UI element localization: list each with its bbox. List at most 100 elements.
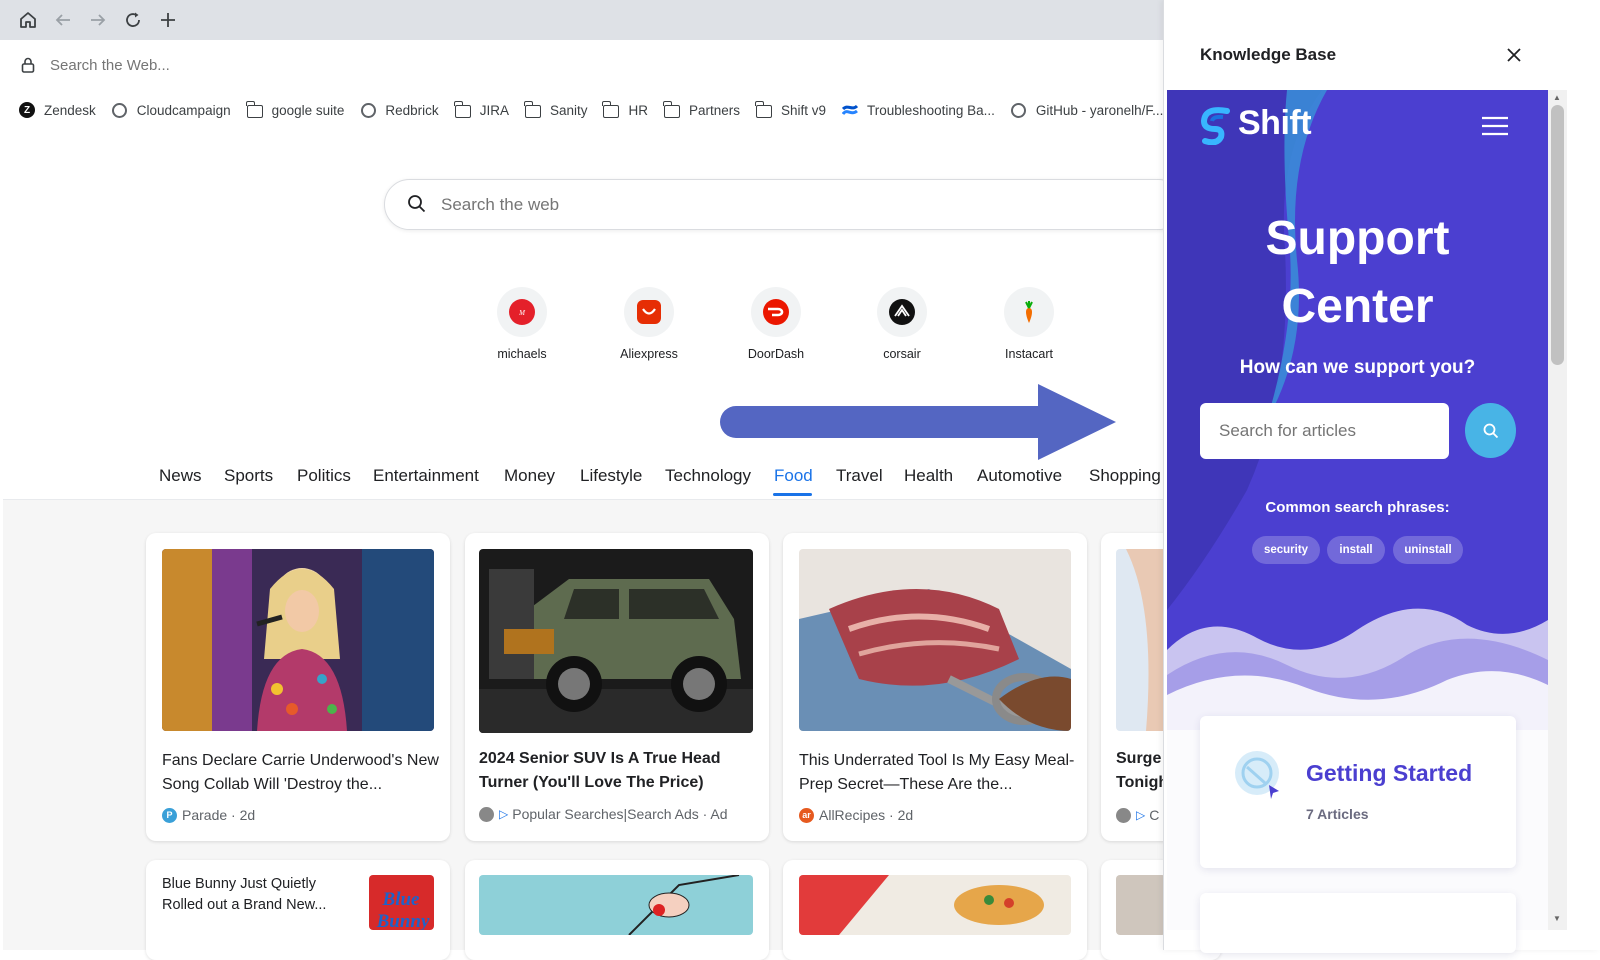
shortcut-label: michaels — [497, 347, 547, 361]
card-image — [162, 549, 434, 731]
shortcut-label: Instacart — [1005, 347, 1053, 361]
bookmark-hr[interactable]: HR — [602, 100, 648, 119]
bookmark-redbrick[interactable]: Redbrick — [359, 101, 439, 119]
back-icon[interactable] — [53, 10, 73, 30]
card-title[interactable]: Blue Bunny Just Quietly Rolled out a Bra… — [162, 874, 357, 916]
card-image — [479, 875, 753, 935]
folder-icon — [755, 100, 773, 119]
scroll-down-icon[interactable]: ▼ — [1553, 914, 1561, 923]
aliexpress-logo-icon — [624, 287, 674, 337]
shortcut-corsair[interactable]: corsair — [857, 287, 947, 361]
scrollbar-thumb[interactable] — [1551, 105, 1564, 365]
nav-travel[interactable]: Travel — [836, 466, 883, 486]
brand-name: Shift — [1238, 104, 1312, 142]
card-title[interactable]: 2024 Senior SUV Is A True Head Turner (Y… — [479, 747, 759, 795]
shortcut-michaels[interactable]: M michaels — [477, 287, 567, 361]
nav-entertainment[interactable]: Entertainment — [373, 466, 479, 486]
folder-icon — [453, 100, 472, 119]
shortcut-label: corsair — [883, 347, 921, 361]
svg-text:Blue: Blue — [382, 889, 421, 910]
card-title[interactable]: Fans Declare Carrie Underwood's New Song… — [162, 749, 442, 797]
bookmark-label: GitHub - yaronelh/F... — [1035, 102, 1164, 118]
article-search-button[interactable] — [1465, 403, 1516, 458]
bookmark-label: Cloudcampaign — [136, 102, 231, 118]
michaels-logo-icon: M — [497, 287, 547, 337]
hero-title: Support Center — [1167, 205, 1548, 341]
bookmark-label: Zendesk — [44, 102, 96, 118]
nav-automotive[interactable]: Automotive — [977, 466, 1062, 486]
parade-icon: P — [162, 807, 177, 823]
bookmark-jira[interactable]: JIRA — [453, 100, 509, 119]
bookmark-google-suite[interactable]: google suite — [245, 100, 345, 119]
shift-logo-icon — [1199, 107, 1235, 146]
nav-lifestyle[interactable]: Lifestyle — [580, 466, 642, 486]
phrase-chip-install[interactable]: install — [1327, 536, 1385, 564]
svg-text:Bunny: Bunny — [376, 911, 430, 930]
instacart-logo-icon — [1004, 287, 1054, 337]
category-card[interactable] — [1200, 893, 1516, 953]
zendesk-icon: Z — [18, 101, 36, 119]
globe-icon — [359, 101, 377, 119]
source-avatar-icon — [479, 806, 494, 822]
nav-health[interactable]: Health — [904, 466, 953, 486]
nav-news[interactable]: News — [159, 466, 202, 486]
bookmark-label: Troubleshooting Ba... — [867, 102, 995, 118]
globe-icon — [1010, 101, 1028, 119]
bookmark-github[interactable]: GitHub - yaronelh/F... — [1010, 101, 1164, 119]
shortcut-instacart[interactable]: Instacart — [984, 287, 1074, 361]
folder-icon — [662, 100, 681, 119]
bookmarks-bar: Z Zendesk Cloudcampaign google suite Redb… — [0, 90, 1170, 130]
doordash-logo-icon — [751, 287, 801, 337]
card-image — [799, 549, 1071, 731]
bookmark-troubleshooting[interactable]: Troubleshooting Ba... — [841, 101, 995, 119]
ad-choices-icon: ▷ — [1136, 808, 1146, 822]
address-input[interactable] — [50, 52, 1170, 78]
new-tab-icon[interactable] — [158, 10, 178, 30]
category-title[interactable]: Getting Started — [1306, 760, 1472, 787]
bookmark-label: Shift v9 — [781, 102, 827, 118]
confluence-icon — [841, 101, 859, 119]
card-source: ▷ C — [1116, 807, 1159, 823]
folder-icon — [523, 100, 542, 119]
search-icon — [407, 194, 427, 214]
svg-text:M: M — [518, 309, 526, 317]
nav-food[interactable]: Food — [774, 466, 813, 486]
nav-politics[interactable]: Politics — [297, 466, 351, 486]
hero-subtitle: How can we support you? — [1239, 357, 1476, 378]
forward-icon[interactable] — [88, 10, 108, 30]
article-search-input[interactable] — [1200, 403, 1449, 459]
globe-icon — [111, 101, 129, 119]
card-title[interactable]: This Underrated Tool Is My Easy Meal-Pre… — [799, 749, 1079, 797]
nav-money[interactable]: Money — [504, 466, 555, 486]
shortcut-doordash[interactable]: DoorDash — [731, 287, 821, 361]
reload-icon[interactable] — [123, 10, 143, 30]
search-icon — [1483, 423, 1498, 438]
shortcut-aliexpress[interactable]: Aliexpress — [604, 287, 694, 361]
bookmark-label: HR — [628, 102, 648, 118]
close-icon[interactable] — [1503, 44, 1525, 66]
web-search-input[interactable] — [441, 191, 1041, 219]
scroll-up-icon[interactable]: ▲ — [1553, 93, 1561, 102]
folder-icon — [602, 100, 620, 119]
bookmark-sanity[interactable]: Sanity — [523, 100, 587, 119]
folder-icon — [245, 100, 264, 119]
bookmark-cloudcampaign[interactable]: Cloudcampaign — [111, 101, 231, 119]
getting-started-icon — [1233, 749, 1285, 799]
bookmark-label: google suite — [271, 102, 345, 118]
nav-shopping[interactable]: Shopping — [1089, 466, 1161, 486]
card-source: ▷ Popular Searches|Search Ads · Ad — [479, 806, 728, 822]
phrase-chip-uninstall[interactable]: uninstall — [1393, 536, 1463, 564]
bookmark-zendesk[interactable]: Z Zendesk — [18, 101, 96, 119]
hamburger-menu-icon[interactable] — [1481, 116, 1509, 136]
home-icon[interactable] — [18, 10, 38, 30]
shortcut-label: Aliexpress — [620, 347, 678, 361]
lock-icon[interactable] — [19, 56, 37, 74]
phrase-chip-security[interactable]: security — [1252, 536, 1320, 564]
nav-sports[interactable]: Sports — [224, 466, 273, 486]
bookmark-label: Partners — [688, 102, 741, 118]
ad-choices-icon: ▷ — [499, 807, 509, 821]
nav-technology[interactable]: Technology — [665, 466, 751, 486]
bookmark-shift-v9[interactable]: Shift v9 — [755, 100, 827, 119]
card-source-text: AllRecipes · 2d — [819, 807, 914, 823]
bookmark-partners[interactable]: Partners — [662, 100, 741, 119]
